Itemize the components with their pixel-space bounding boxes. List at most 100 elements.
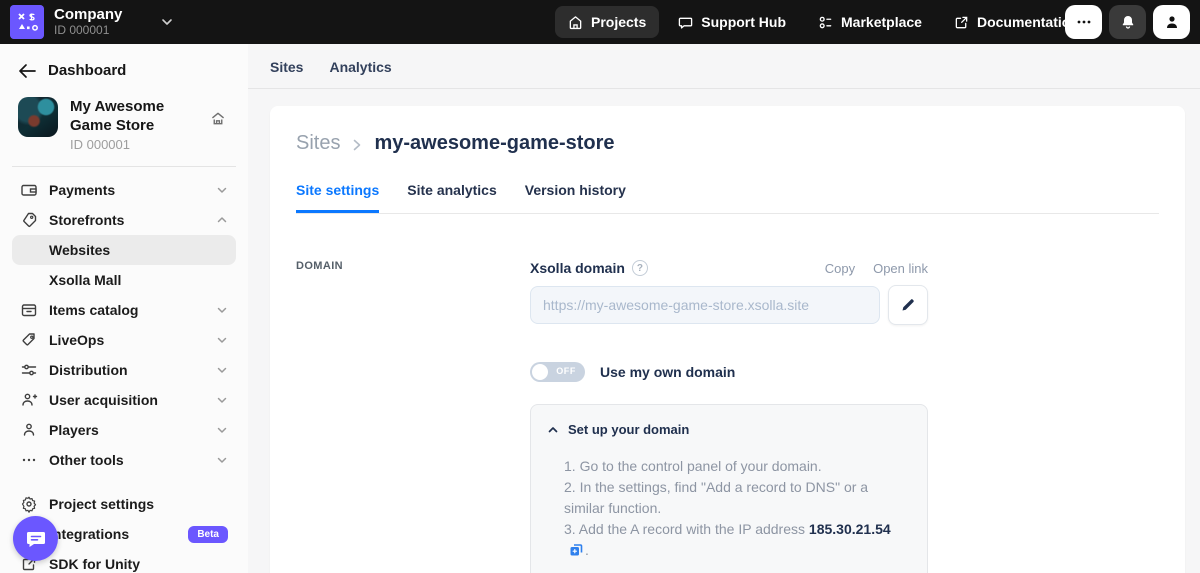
nav-support-hub[interactable]: Support Hub bbox=[665, 6, 799, 38]
nav-marketplace-label: Marketplace bbox=[841, 14, 922, 30]
sidebar-menu: Payments Storefronts Websites Xsolla Mal… bbox=[0, 175, 248, 573]
user-plus-icon bbox=[20, 391, 38, 409]
project-name: My Awesome Game Store bbox=[70, 97, 208, 135]
gear-icon bbox=[20, 495, 38, 513]
notifications-button[interactable] bbox=[1109, 5, 1146, 39]
menu-gap bbox=[12, 475, 236, 489]
wallet-icon bbox=[20, 181, 38, 199]
sidebar-item-label: LiveOps bbox=[49, 332, 216, 348]
own-domain-toggle[interactable]: OFF bbox=[530, 362, 585, 382]
sidebar-item-label: Project settings bbox=[49, 496, 228, 512]
project-home-icon[interactable] bbox=[210, 111, 226, 126]
chevron-down-icon bbox=[216, 394, 228, 406]
account-button[interactable] bbox=[1153, 5, 1190, 39]
breadcrumb: Sites my-awesome-game-store bbox=[296, 132, 1159, 155]
setup-panel-header[interactable]: Set up your domain bbox=[547, 422, 911, 437]
arrow-left-icon bbox=[18, 63, 36, 79]
sidebar-item-label: Items catalog bbox=[49, 302, 216, 318]
nav-marketplace[interactable]: Marketplace bbox=[805, 6, 935, 38]
more-options-button[interactable] bbox=[1065, 5, 1102, 39]
tab-site-settings[interactable]: Site settings bbox=[296, 182, 379, 213]
back-label: Dashboard bbox=[48, 62, 126, 79]
domain-section-label: DOMAIN bbox=[296, 260, 530, 272]
sidebar-item-label: User acquisition bbox=[49, 392, 216, 408]
sidebar-item-label: Integrations bbox=[49, 526, 188, 542]
nav-projects[interactable]: Projects bbox=[555, 6, 659, 38]
tags-icon bbox=[20, 211, 38, 229]
sidebar-item-distribution[interactable]: Distribution bbox=[12, 355, 236, 385]
tabs: Site settings Site analytics Version his… bbox=[296, 182, 1159, 214]
secondary-nav: Sites Analytics bbox=[248, 44, 1200, 89]
site-settings-card: Sites my-awesome-game-store Site setting… bbox=[270, 106, 1185, 573]
nav-support-hub-label: Support Hub bbox=[701, 14, 786, 30]
tab-version-history[interactable]: Version history bbox=[525, 182, 626, 213]
xsolla-domain-label: Xsolla domain bbox=[530, 260, 625, 276]
xsolla-domain-input[interactable] bbox=[530, 286, 880, 324]
sidebar-item-label: SDK for Unity bbox=[49, 556, 228, 572]
own-domain-toggle-row: OFF Use my own domain bbox=[530, 362, 928, 382]
project-avatar[interactable] bbox=[18, 97, 58, 137]
chat-widget-button[interactable] bbox=[13, 516, 58, 561]
sidebar-item-label: Distribution bbox=[49, 362, 216, 378]
copy-link[interactable]: Copy bbox=[825, 261, 855, 276]
marketplace-icon bbox=[818, 15, 833, 30]
setup-panel-title: Set up your domain bbox=[568, 422, 689, 437]
tag-icon bbox=[20, 331, 38, 349]
back-to-dashboard[interactable]: Dashboard bbox=[0, 44, 248, 89]
sidebar-item-user-acquisition[interactable]: User acquisition bbox=[12, 385, 236, 415]
company-id: ID 000001 bbox=[54, 23, 122, 37]
chat-bubble-icon bbox=[24, 527, 48, 551]
top-nav: Projects Support Hub Marketplace Documen… bbox=[555, 6, 1092, 38]
sidebar-divider bbox=[12, 166, 236, 167]
box-icon bbox=[20, 301, 38, 319]
chevron-down-icon bbox=[216, 454, 228, 466]
company-switcher[interactable]: Company ID 000001 bbox=[10, 5, 260, 39]
chevron-down-icon bbox=[216, 424, 228, 436]
chevron-down-icon bbox=[216, 304, 228, 316]
sidebar-item-payments[interactable]: Payments bbox=[12, 175, 236, 205]
pencil-icon bbox=[900, 297, 916, 313]
tab-site-analytics[interactable]: Site analytics bbox=[407, 182, 497, 213]
content-area: Sites Analytics Sites my-awesome-game-st… bbox=[248, 44, 1200, 573]
company-name: Company bbox=[54, 7, 122, 23]
breadcrumb-sites[interactable]: Sites bbox=[296, 132, 340, 155]
secondary-nav-analytics[interactable]: Analytics bbox=[329, 59, 391, 75]
sidebar-item-project-settings[interactable]: Project settings bbox=[12, 489, 236, 519]
project-id: ID 000001 bbox=[70, 137, 234, 152]
open-link[interactable]: Open link bbox=[873, 261, 928, 276]
sidebar-item-items-catalog[interactable]: Items catalog bbox=[12, 295, 236, 325]
setup-step-2: 2. In the settings, find "Add a record t… bbox=[564, 477, 911, 519]
edit-domain-button[interactable] bbox=[888, 285, 928, 325]
sidebar-item-other-tools[interactable]: Other tools bbox=[12, 445, 236, 475]
sidebar-item-xsolla-mall[interactable]: Xsolla Mall bbox=[12, 265, 236, 295]
chevron-down-icon bbox=[216, 334, 228, 346]
chat-icon bbox=[678, 15, 693, 30]
help-icon[interactable]: ? bbox=[632, 260, 648, 276]
secondary-nav-sites[interactable]: Sites bbox=[270, 59, 303, 75]
sidebar-item-label: Xsolla Mall bbox=[49, 272, 228, 288]
sidebar-item-players[interactable]: Players bbox=[12, 415, 236, 445]
setup-step-1: 1. Go to the control panel of your domai… bbox=[564, 456, 911, 477]
chevron-up-icon bbox=[216, 214, 228, 226]
external-link-icon bbox=[954, 15, 969, 30]
top-bar: Company ID 000001 Projects Support Hub M… bbox=[0, 0, 1200, 44]
bell-icon bbox=[1120, 14, 1136, 30]
ip-address: 185.30.21.54 bbox=[809, 521, 891, 537]
breadcrumb-current: my-awesome-game-store bbox=[374, 132, 614, 155]
sidebar-item-websites[interactable]: Websites bbox=[12, 235, 236, 265]
copy-ip-icon[interactable] bbox=[569, 542, 583, 563]
setup-domain-panel: Set up your domain 1. Go to the control … bbox=[530, 404, 928, 573]
chevron-right-icon bbox=[352, 138, 362, 152]
sidebar-item-storefronts[interactable]: Storefronts bbox=[12, 205, 236, 235]
home-icon bbox=[568, 15, 583, 30]
ellipsis-icon bbox=[20, 451, 38, 469]
sidebar-item-label: Websites bbox=[49, 242, 228, 258]
chevron-down-icon[interactable] bbox=[160, 15, 174, 29]
ellipsis-icon bbox=[1076, 14, 1092, 30]
sliders-icon bbox=[20, 361, 38, 379]
chevron-down-icon bbox=[216, 184, 228, 196]
project-card: My Awesome Game Store ID 000001 bbox=[0, 89, 248, 156]
chevron-up-icon bbox=[547, 424, 559, 436]
sidebar-item-liveops[interactable]: LiveOps bbox=[12, 325, 236, 355]
toggle-knob bbox=[532, 364, 548, 380]
